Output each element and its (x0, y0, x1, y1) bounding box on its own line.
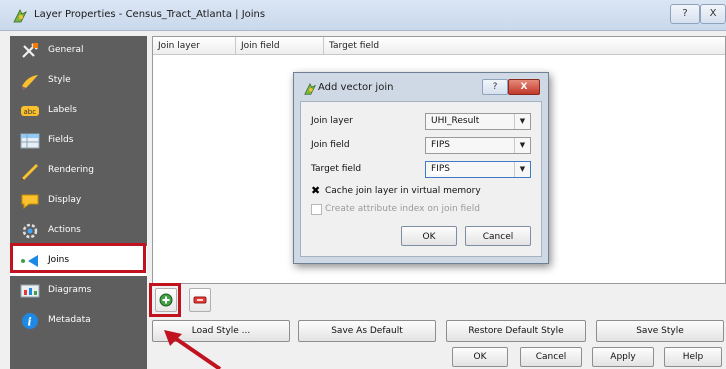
join-field-label: Join field (311, 140, 350, 150)
dialog-close-button[interactable]: X (508, 79, 540, 95)
sidebar-item-actions[interactable]: Actions (10, 216, 147, 246)
dialog-title: Add vector join (318, 82, 394, 93)
add-join-highlight-box (149, 283, 181, 317)
sidebar-item-label: Diagrams (48, 285, 92, 295)
join-layer-value: UHI_Result (431, 116, 480, 126)
dropdown-arrow-icon: ▼ (514, 114, 530, 129)
dialog-ok-button[interactable]: OK (401, 226, 457, 246)
fields-icon (20, 133, 40, 149)
sidebar-item-label: Rendering (48, 165, 94, 175)
apply-button[interactable]: Apply (592, 347, 654, 367)
sidebar-item-general[interactable]: General (10, 36, 147, 66)
dropdown-arrow-icon: ▼ (514, 162, 530, 177)
column-header-join-layer[interactable]: Join layer (153, 37, 236, 55)
sidebar-item-rendering[interactable]: Rendering (10, 156, 147, 186)
sidebar-item-labels[interactable]: abc Labels (10, 96, 147, 126)
sidebar-item-label: Labels (48, 105, 77, 115)
sidebar-item-metadata[interactable]: i Metadata (10, 306, 147, 336)
join-layer-label: Join layer (311, 116, 353, 126)
ok-button[interactable]: OK (452, 347, 508, 367)
target-field-combo[interactable]: FIPS ▼ (425, 161, 531, 178)
sidebar-item-label: Fields (48, 135, 74, 145)
sidebar-item-diagrams[interactable]: Diagrams (10, 276, 147, 306)
help-button[interactable]: ? (670, 4, 700, 24)
join-field-combo[interactable]: FIPS ▼ (425, 137, 531, 154)
labels-icon: abc (21, 106, 39, 116)
metadata-icon: i (22, 313, 38, 329)
style-icon (22, 75, 38, 90)
qgis-app-icon (13, 9, 27, 23)
rendering-icon (21, 164, 38, 180)
help-bottom-button[interactable]: Help (664, 347, 722, 367)
svg-text:i: i (28, 316, 32, 329)
close-button[interactable]: X (700, 4, 726, 24)
target-field-value: FIPS (431, 164, 450, 174)
restore-default-style-button[interactable]: Restore Default Style (446, 320, 586, 342)
dialog-help-button[interactable]: ? (482, 79, 508, 95)
index-checkbox-label: Create attribute index on join field (325, 204, 480, 214)
display-icon (21, 194, 39, 210)
remove-join-button[interactable] (189, 288, 211, 312)
save-as-default-button[interactable]: Save As Default (298, 320, 436, 342)
title-bar: Layer Properties - Census_Tract_Atlanta … (0, 0, 726, 31)
sidebar-item-fields[interactable]: Fields (10, 126, 147, 156)
cancel-button[interactable]: Cancel (520, 347, 582, 367)
annotation-arrow-icon (164, 330, 222, 369)
remove-icon (193, 296, 207, 304)
qgis-app-icon (304, 82, 317, 95)
dropdown-arrow-icon: ▼ (514, 138, 530, 153)
general-icon (22, 43, 38, 58)
cache-checkbox-label: Cache join layer in virtual memory (325, 186, 481, 196)
column-header-join-field[interactable]: Join field (236, 37, 324, 55)
dialog-body: Join layer UHI_Result ▼ Join field FIPS … (300, 101, 542, 257)
index-checkbox[interactable] (311, 204, 322, 215)
sidebar-item-label: Metadata (48, 315, 91, 325)
sidebar-item-display[interactable]: Display (10, 186, 147, 216)
svg-text:abc: abc (24, 108, 37, 116)
join-layer-combo[interactable]: UHI_Result ▼ (425, 113, 531, 130)
join-field-value: FIPS (431, 140, 450, 150)
window-title: Layer Properties - Census_Tract_Atlanta … (34, 9, 266, 20)
save-style-button[interactable]: Save Style (596, 320, 724, 342)
layer-properties-window: Layer Properties - Census_Tract_Atlanta … (0, 0, 726, 369)
sidebar-item-label: Actions (48, 225, 81, 235)
sidebar-item-label: General (48, 45, 84, 55)
dialog-cancel-button[interactable]: Cancel (465, 226, 531, 246)
sidebar-item-label: Style (48, 75, 71, 85)
column-header-target-field[interactable]: Target field (324, 37, 725, 55)
sidebar: General Style abc Labels Fields Renderin… (10, 36, 147, 369)
joins-highlight-box (10, 243, 146, 273)
sidebar-item-style[interactable]: Style (10, 66, 147, 96)
add-vector-join-dialog: Add vector join ? X Join layer UHI_Resul… (293, 72, 549, 264)
target-field-label: Target field (311, 164, 362, 174)
sidebar-item-label: Display (48, 195, 82, 205)
diagrams-icon (20, 284, 40, 298)
actions-icon (22, 223, 38, 239)
cache-checkbox[interactable]: ✖ (311, 185, 320, 196)
